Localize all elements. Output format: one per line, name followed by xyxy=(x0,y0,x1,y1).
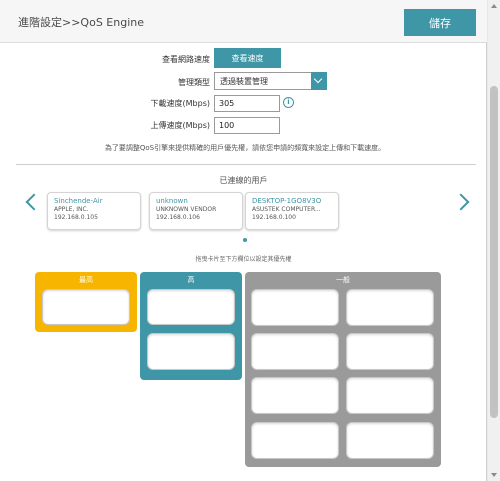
scroll-up-icon[interactable] xyxy=(491,4,497,8)
priority-slot[interactable] xyxy=(147,289,235,325)
priority-slot[interactable] xyxy=(251,377,339,414)
info-icon[interactable]: i xyxy=(283,97,294,108)
device-ip: 192.168.0.100 xyxy=(252,214,296,221)
check-speed-label: 查看網路速度 xyxy=(162,55,210,64)
priority-zone-high[interactable]: 高 xyxy=(140,272,242,380)
device-card[interactable]: Sinchende-Air APPLE, INC. 192.168.0.105 xyxy=(47,192,141,230)
priority-slot[interactable] xyxy=(251,422,339,459)
pagination-dot[interactable] xyxy=(243,238,247,242)
device-ip: 192.168.0.105 xyxy=(54,214,98,221)
device-vendor: APPLE, INC. xyxy=(54,206,89,213)
management-type-select[interactable]: 透過裝置管理 xyxy=(214,72,327,90)
priority-slot[interactable] xyxy=(42,289,130,325)
qos-engine-page: 進階設定>>QoS Engine 儲存 查看網路速度 查看速度 管理類型 透過裝… xyxy=(0,0,487,481)
priority-slot[interactable] xyxy=(346,289,434,326)
upload-speed-input[interactable] xyxy=(214,117,280,134)
download-speed-input[interactable] xyxy=(214,95,280,112)
priority-slot[interactable] xyxy=(346,422,434,459)
scroll-thumb[interactable] xyxy=(490,86,498,418)
management-type-label: 管理類型 xyxy=(178,78,210,87)
page-title: 進階設定>>QoS Engine xyxy=(18,16,145,29)
device-card[interactable]: DESKTOP-1GO8V3O ASUSTEK COMPUTER... 192.… xyxy=(245,192,339,230)
bandwidth-note: 為了要調整QoS引擎來提供精確的用戶優先權，請依您申請的頻寬來設定上傳和下載速度… xyxy=(104,144,386,152)
priority-slot[interactable] xyxy=(147,333,235,370)
upload-speed-label: 上傳速度(Mbps) xyxy=(150,121,210,130)
device-ip: 192.168.0.106 xyxy=(156,214,200,221)
device-card[interactable]: unknown UNKNOWN VENDOR 192.168.0.106 xyxy=(149,192,243,230)
check-speed-button[interactable]: 查看速度 xyxy=(214,48,281,68)
scroll-down-icon[interactable] xyxy=(491,473,497,477)
drag-instruction: 拖曳卡片至下方欄位以設定其優先權 xyxy=(195,256,292,263)
connected-users-title: 已連線的用戶 xyxy=(219,176,268,185)
divider xyxy=(16,164,476,165)
device-vendor: UNKNOWN VENDOR xyxy=(156,206,217,213)
priority-slot[interactable] xyxy=(251,289,339,326)
priority-slot[interactable] xyxy=(346,333,434,370)
zone-label-high: 高 xyxy=(187,276,195,284)
zone-label-normal: 一般 xyxy=(336,276,350,284)
vertical-scrollbar[interactable] xyxy=(488,0,500,481)
chevron-down-icon[interactable] xyxy=(311,72,327,90)
management-type-value: 透過裝置管理 xyxy=(220,77,268,86)
download-speed-label: 下載速度(Mbps) xyxy=(150,99,210,108)
device-name: unknown xyxy=(156,197,188,205)
device-name: DESKTOP-1GO8V3O xyxy=(252,197,322,205)
save-button[interactable]: 儲存 xyxy=(404,9,476,36)
device-name: Sinchende-Air xyxy=(54,197,103,205)
zone-label-highest: 最高 xyxy=(79,276,93,284)
priority-zone-normal[interactable]: 一般 xyxy=(245,272,441,467)
priority-zone-highest[interactable]: 最高 xyxy=(35,272,137,332)
chevron-left-icon[interactable] xyxy=(25,193,43,211)
priority-slot[interactable] xyxy=(346,377,434,414)
chevron-right-icon[interactable] xyxy=(452,193,470,211)
priority-slot[interactable] xyxy=(251,333,339,370)
device-vendor: ASUSTEK COMPUTER... xyxy=(252,206,321,213)
page-header: 進階設定>>QoS Engine 儲存 xyxy=(0,0,487,43)
